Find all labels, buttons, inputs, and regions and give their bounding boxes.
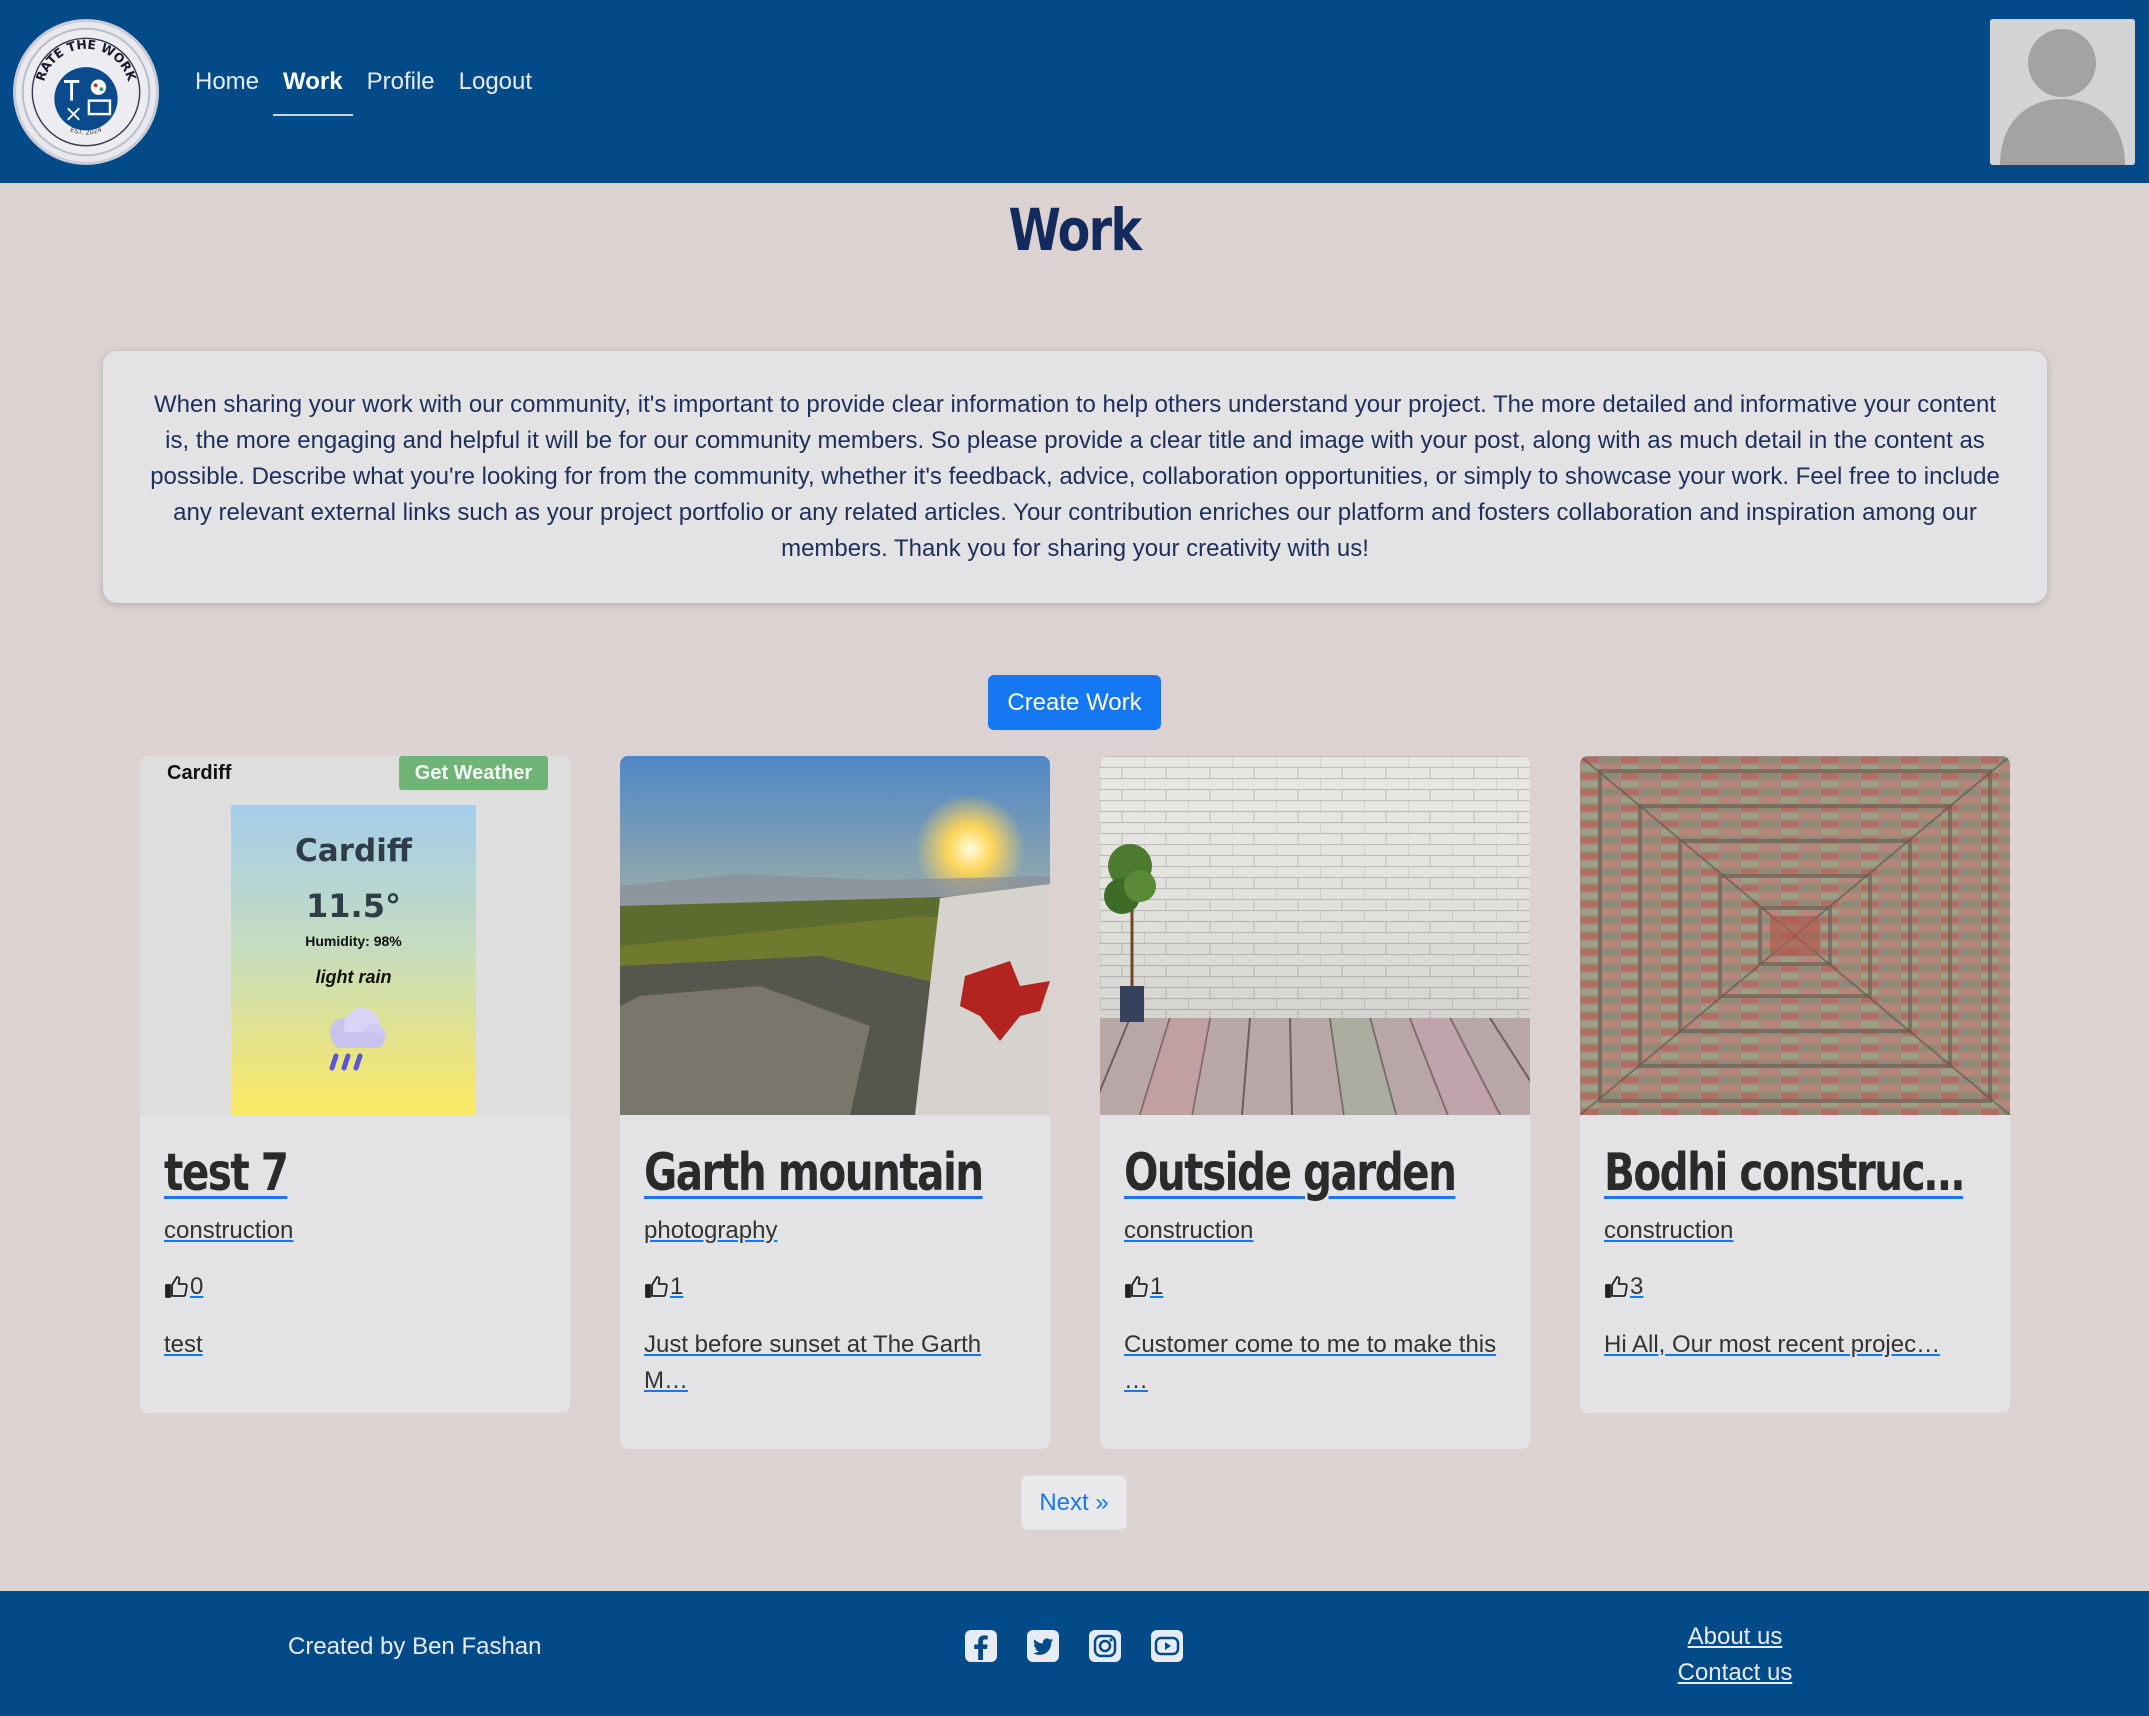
- logo-emblem-icon: RATE THE WORK EST. 2024: [21, 27, 151, 157]
- main-nav: Home Work Profile Logout: [183, 62, 544, 116]
- card-excerpt[interactable]: test: [164, 1327, 546, 1363]
- site-logo[interactable]: RATE THE WORK EST. 2024: [13, 19, 159, 165]
- nav-profile[interactable]: Profile: [355, 62, 447, 116]
- card-category[interactable]: construction: [164, 1217, 546, 1245]
- card-title[interactable]: Garth mountain: [644, 1141, 984, 1205]
- card-title[interactable]: test 7: [164, 1141, 462, 1205]
- footer: Created by Ben Fashan About us Contact u…: [0, 1591, 2149, 1716]
- card-excerpt[interactable]: Just before sunset at The Garth M…: [644, 1327, 1026, 1399]
- weather-description: light rain: [315, 967, 392, 987]
- nav-home[interactable]: Home: [183, 62, 271, 116]
- thumbs-up-icon: [645, 1276, 668, 1298]
- top-navbar: RATE THE WORK EST. 2024 Home Work Profil…: [0, 0, 2149, 183]
- user-avatar-icon: [1990, 19, 2135, 165]
- nav-logout[interactable]: Logout: [447, 62, 544, 116]
- like-count: 1: [670, 1273, 684, 1300]
- user-avatar[interactable]: [1990, 19, 2135, 165]
- youtube-icon[interactable]: [1149, 1628, 1185, 1664]
- card-likes[interactable]: 3: [1604, 1273, 1986, 1301]
- nav-work[interactable]: Work: [271, 62, 355, 116]
- about-us-link[interactable]: About us: [1660, 1619, 1810, 1655]
- card-title[interactable]: Outside garden: [1124, 1141, 1457, 1205]
- card-category[interactable]: construction: [1124, 1217, 1506, 1245]
- social-links: [963, 1628, 1185, 1664]
- card-body: Outside garden construction 1 Customer c…: [1100, 1115, 1530, 1399]
- card-title[interactable]: Bodhi construc…: [1604, 1141, 1965, 1205]
- get-weather-button[interactable]: Get Weather: [399, 756, 548, 790]
- guidelines-text: When sharing your work with our communit…: [150, 391, 2000, 562]
- card-body: Garth mountain photography 1 Just before…: [620, 1115, 1050, 1399]
- create-work-button[interactable]: Create Work: [988, 675, 1161, 730]
- work-card[interactable]: Cardiff Get Weather Cardiff 11.5° Humidi…: [140, 756, 570, 1413]
- brick-wall-deck-photo[interactable]: [1100, 756, 1530, 1115]
- weather-humidity: Humidity: 98%: [305, 933, 402, 949]
- work-card[interactable]: Outside garden construction 1 Customer c…: [1100, 756, 1530, 1449]
- weather-temperature: 11.5°: [306, 887, 401, 925]
- like-count: 3: [1630, 1273, 1644, 1300]
- weather-city: Cardiff: [295, 833, 412, 869]
- weather-panel: Cardiff 11.5° Humidity: 98% light rain: [231, 805, 476, 1115]
- guidelines-box: When sharing your work with our communit…: [103, 351, 2047, 603]
- work-card[interactable]: Garth mountain photography 1 Just before…: [620, 756, 1050, 1449]
- work-card[interactable]: Bodhi construc… construction 3 Hi All, O…: [1580, 756, 2010, 1413]
- card-excerpt[interactable]: Customer come to me to make this …: [1124, 1327, 1506, 1399]
- like-count: 0: [190, 1273, 204, 1300]
- card-body: Bodhi construc… construction 3 Hi All, O…: [1580, 1115, 2010, 1363]
- mountain-sunset-photo[interactable]: [620, 756, 1050, 1115]
- weather-widget: Cardiff Get Weather Cardiff 11.5° Humidi…: [140, 756, 570, 1115]
- brick-paving-photo[interactable]: [1580, 756, 2010, 1115]
- thumbs-up-icon: [1125, 1276, 1148, 1298]
- page-title: Work: [1008, 196, 1143, 264]
- card-category[interactable]: photography: [644, 1217, 1026, 1245]
- card-likes[interactable]: 1: [1124, 1273, 1506, 1301]
- rain-cloud-icon: [329, 1008, 386, 1071]
- card-excerpt[interactable]: Hi All, Our most recent projec…: [1604, 1327, 1986, 1363]
- card-likes[interactable]: 1: [644, 1273, 1026, 1301]
- card-category[interactable]: construction: [1604, 1217, 1986, 1245]
- thumbs-up-icon: [165, 1276, 188, 1298]
- like-count: 1: [1150, 1273, 1164, 1300]
- card-likes[interactable]: 0: [164, 1273, 546, 1301]
- footer-credit: Created by Ben Fashan: [288, 1633, 542, 1660]
- contact-us-link[interactable]: Contact us: [1660, 1655, 1810, 1691]
- instagram-icon[interactable]: [1087, 1628, 1123, 1664]
- twitter-icon[interactable]: [1025, 1628, 1061, 1664]
- footer-links: About us Contact us: [1660, 1619, 1810, 1691]
- thumbs-up-icon: [1605, 1276, 1628, 1298]
- card-body: test 7 construction 0 test: [140, 1115, 570, 1363]
- facebook-icon[interactable]: [963, 1628, 999, 1664]
- weather-city-label: Cardiff: [167, 762, 232, 784]
- next-page-button[interactable]: Next »: [1021, 1475, 1127, 1530]
